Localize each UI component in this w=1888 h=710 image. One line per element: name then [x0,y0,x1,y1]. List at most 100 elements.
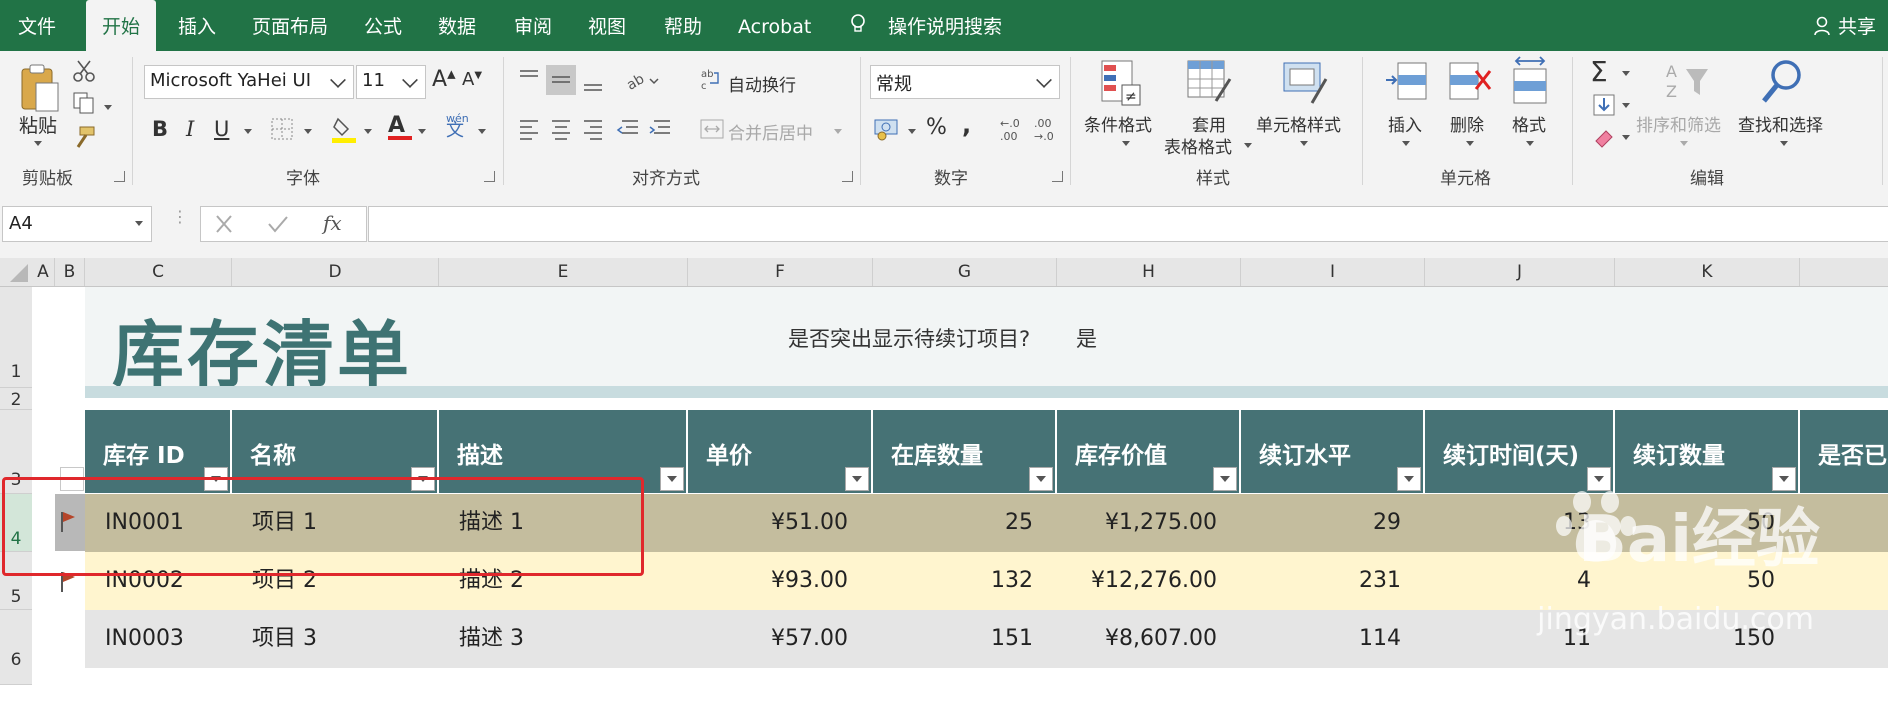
column-header[interactable]: C [85,258,232,286]
cell-price[interactable]: ¥57.00 [688,610,848,668]
chevron-down-icon[interactable] [244,129,252,134]
conditional-format-button[interactable]: 条件格式 [1084,111,1152,136]
cell-value[interactable]: ¥12,276.00 [1057,552,1217,610]
paste-button[interactable]: 粘贴 [19,111,57,138]
horizontal-align-icons[interactable] [518,117,688,143]
chevron-down-icon[interactable] [1526,141,1534,146]
tab-view[interactable]: 视图 [588,0,626,51]
phonetic-button[interactable]: wén 文 [446,113,469,140]
borders-icon[interactable] [270,117,294,141]
chevron-down-icon[interactable] [1622,71,1630,76]
filter-dropdown-icon[interactable] [660,467,684,491]
underline-button[interactable]: U [214,117,229,141]
column-header[interactable]: J [1425,258,1615,286]
font-name-dropdown[interactable]: Microsoft YaHei UI [144,65,354,99]
italic-button[interactable]: I [186,117,194,141]
tab-home[interactable]: 开始 [86,0,157,51]
formula-input[interactable] [368,206,1888,242]
column-header[interactable]: D [232,258,439,286]
chevron-down-icon[interactable] [478,129,486,134]
merge-center-icon[interactable] [700,117,724,141]
cell-price[interactable]: ¥51.00 [688,494,848,552]
column-header[interactable]: F [688,258,873,286]
cell-styles-button[interactable]: 单元格样式 [1256,111,1341,136]
cell-reorder-level[interactable]: 114 [1241,610,1401,668]
chevron-down-icon[interactable] [304,129,312,134]
cell-id[interactable]: IN0003 [105,610,184,668]
cell-desc[interactable]: 描述 3 [459,610,524,668]
number-format-dropdown[interactable]: 常规 [870,65,1060,99]
dialog-launcher-icon[interactable] [1052,171,1063,182]
delete-cells-icon[interactable] [1448,59,1492,107]
paste-icon[interactable] [18,61,62,113]
fill-down-icon[interactable] [1592,93,1616,117]
dialog-launcher-icon[interactable] [484,171,495,182]
chevron-down-icon[interactable] [1780,141,1788,146]
tab-page-layout[interactable]: 页面布局 [252,0,328,51]
share-button[interactable]: 共享 [1814,0,1876,51]
insert-cells-icon[interactable] [1384,59,1428,107]
insert-cells-button[interactable]: 插入 [1388,111,1422,136]
column-header[interactable]: H [1057,258,1241,286]
chevron-down-icon[interactable] [34,141,42,146]
filter-dropdown-icon[interactable] [1397,467,1421,491]
chevron-down-icon[interactable] [1622,135,1630,140]
tab-acrobat[interactable]: Acrobat [738,0,811,51]
column-header[interactable]: A [32,258,55,286]
filter-dropdown-icon[interactable] [1029,467,1053,491]
insert-function-button[interactable]: fx [323,211,342,235]
percent-button[interactable]: % [926,115,947,140]
tab-help[interactable]: 帮助 [664,0,702,51]
chevron-down-icon[interactable] [104,105,112,110]
chevron-down-icon[interactable] [834,129,842,134]
vertical-align-icons[interactable] [518,65,628,95]
clear-eraser-icon[interactable] [1592,125,1616,149]
filter-dropdown-icon[interactable] [1213,467,1237,491]
highlight-answer[interactable]: 是 [1076,323,1097,353]
chevron-down-icon[interactable] [1244,143,1252,148]
row-header[interactable]: 2 [0,388,32,410]
cell-qty[interactable]: 25 [873,494,1033,552]
cell-value[interactable]: ¥8,607.00 [1057,610,1217,668]
column-header[interactable]: G [873,258,1057,286]
format-as-table-button-line2[interactable]: 表格格式 [1164,133,1232,158]
dialog-launcher-icon[interactable] [842,171,853,182]
name-box[interactable]: A4 [2,206,152,242]
comma-style-button[interactable]: , [962,111,971,139]
chevron-down-icon[interactable] [364,129,372,134]
cell-qty[interactable]: 132 [873,552,1033,610]
wrap-text-icon[interactable]: abc [700,67,722,93]
format-cells-button[interactable]: 格式 [1512,111,1546,136]
chevron-down-icon[interactable] [1680,141,1688,146]
chevron-down-icon[interactable] [1466,141,1474,146]
tab-review[interactable]: 审阅 [514,0,552,51]
font-color-button[interactable]: A [388,113,412,140]
cell-value[interactable]: ¥1,275.00 [1057,494,1217,552]
tab-formulas[interactable]: 公式 [364,0,402,51]
copy-icon[interactable] [72,91,96,115]
chevron-down-icon[interactable] [418,129,426,134]
chevron-down-icon[interactable] [1402,141,1410,146]
fill-color-icon[interactable] [332,115,358,143]
orientation-icon[interactable]: ab [624,69,664,93]
chevron-down-icon[interactable] [908,129,916,134]
row-header[interactable]: 6 [0,610,32,685]
cell-reorder-level[interactable]: 29 [1241,494,1401,552]
column-header[interactable]: I [1241,258,1425,286]
wrap-text-button[interactable]: 自动换行 [728,71,796,96]
format-painter-icon[interactable] [72,125,96,149]
cell-qty[interactable]: 151 [873,610,1033,668]
bold-button[interactable]: B [152,117,168,141]
sort-filter-icon[interactable]: AZ [1664,59,1710,107]
filter-dropdown-icon[interactable] [845,467,869,491]
decrease-font-size-button[interactable]: A▼ [462,69,482,90]
find-select-button[interactable]: 查找和选择 [1738,111,1823,136]
chevron-down-icon[interactable] [1300,141,1308,146]
cell-reorder-level[interactable]: 231 [1241,552,1401,610]
column-header[interactable]: E [439,258,688,286]
font-size-dropdown[interactable]: 11 [356,65,426,99]
search-box[interactable]: 操作说明搜索 [888,0,1002,51]
tab-file[interactable]: 文件 [18,0,56,51]
scissors-icon[interactable] [72,59,96,83]
find-select-icon[interactable] [1760,57,1806,107]
